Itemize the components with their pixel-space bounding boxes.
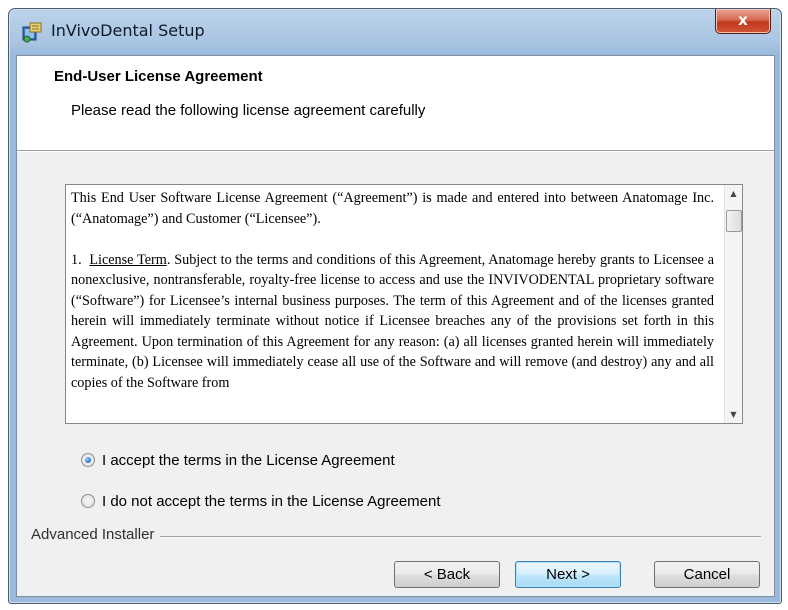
page-title: End-User License Agreement — [54, 68, 263, 85]
license-text: This End User Software License Agreement… — [71, 188, 714, 420]
license-paragraph-term: 1. License Term. Subject to the terms an… — [71, 250, 714, 394]
section-number: 1. — [71, 251, 82, 268]
scroll-down-arrow-icon[interactable]: ▼ — [725, 406, 742, 423]
page-subtitle: Please read the following license agreem… — [71, 102, 426, 119]
license-paragraph-intro: This End User Software License Agreement… — [71, 190, 714, 227]
dialog-body: End-User License Agreement Please read t… — [16, 55, 775, 597]
close-button[interactable]: x — [715, 9, 771, 34]
installer-package-icon — [21, 21, 43, 43]
accept-radio[interactable] — [81, 453, 95, 467]
accept-label[interactable]: I accept the terms in the License Agreem… — [102, 452, 395, 469]
cancel-button[interactable]: Cancel — [654, 561, 760, 588]
scroll-up-arrow-icon[interactable]: ▲ — [725, 185, 742, 202]
license-textbox[interactable]: This End User Software License Agreement… — [65, 184, 743, 424]
installer-brand: Advanced Installer — [31, 526, 161, 543]
header-divider — [17, 150, 774, 152]
title-bar[interactable]: InVivoDental Setup x — [9, 9, 781, 55]
section-heading: License Term — [89, 251, 167, 268]
window-title: InVivoDental Setup — [51, 21, 205, 40]
setup-window: InVivoDental Setup x End-User License Ag… — [8, 8, 782, 604]
license-scrollbar[interactable]: ▲ ▼ — [724, 185, 742, 423]
decline-radio[interactable] — [81, 494, 95, 508]
accept-option[interactable]: I accept the terms in the License Agreem… — [81, 449, 395, 471]
close-icon: x — [738, 11, 748, 29]
section-body: . Subject to the terms and conditions of… — [71, 251, 714, 391]
scrollbar-thumb[interactable] — [726, 210, 742, 232]
next-button[interactable]: Next > — [515, 561, 621, 588]
back-button[interactable]: < Back — [394, 561, 500, 588]
decline-option[interactable]: I do not accept the terms in the License… — [81, 490, 441, 512]
header-band: End-User License Agreement Please read t… — [17, 56, 774, 150]
decline-label[interactable]: I do not accept the terms in the License… — [102, 493, 441, 510]
